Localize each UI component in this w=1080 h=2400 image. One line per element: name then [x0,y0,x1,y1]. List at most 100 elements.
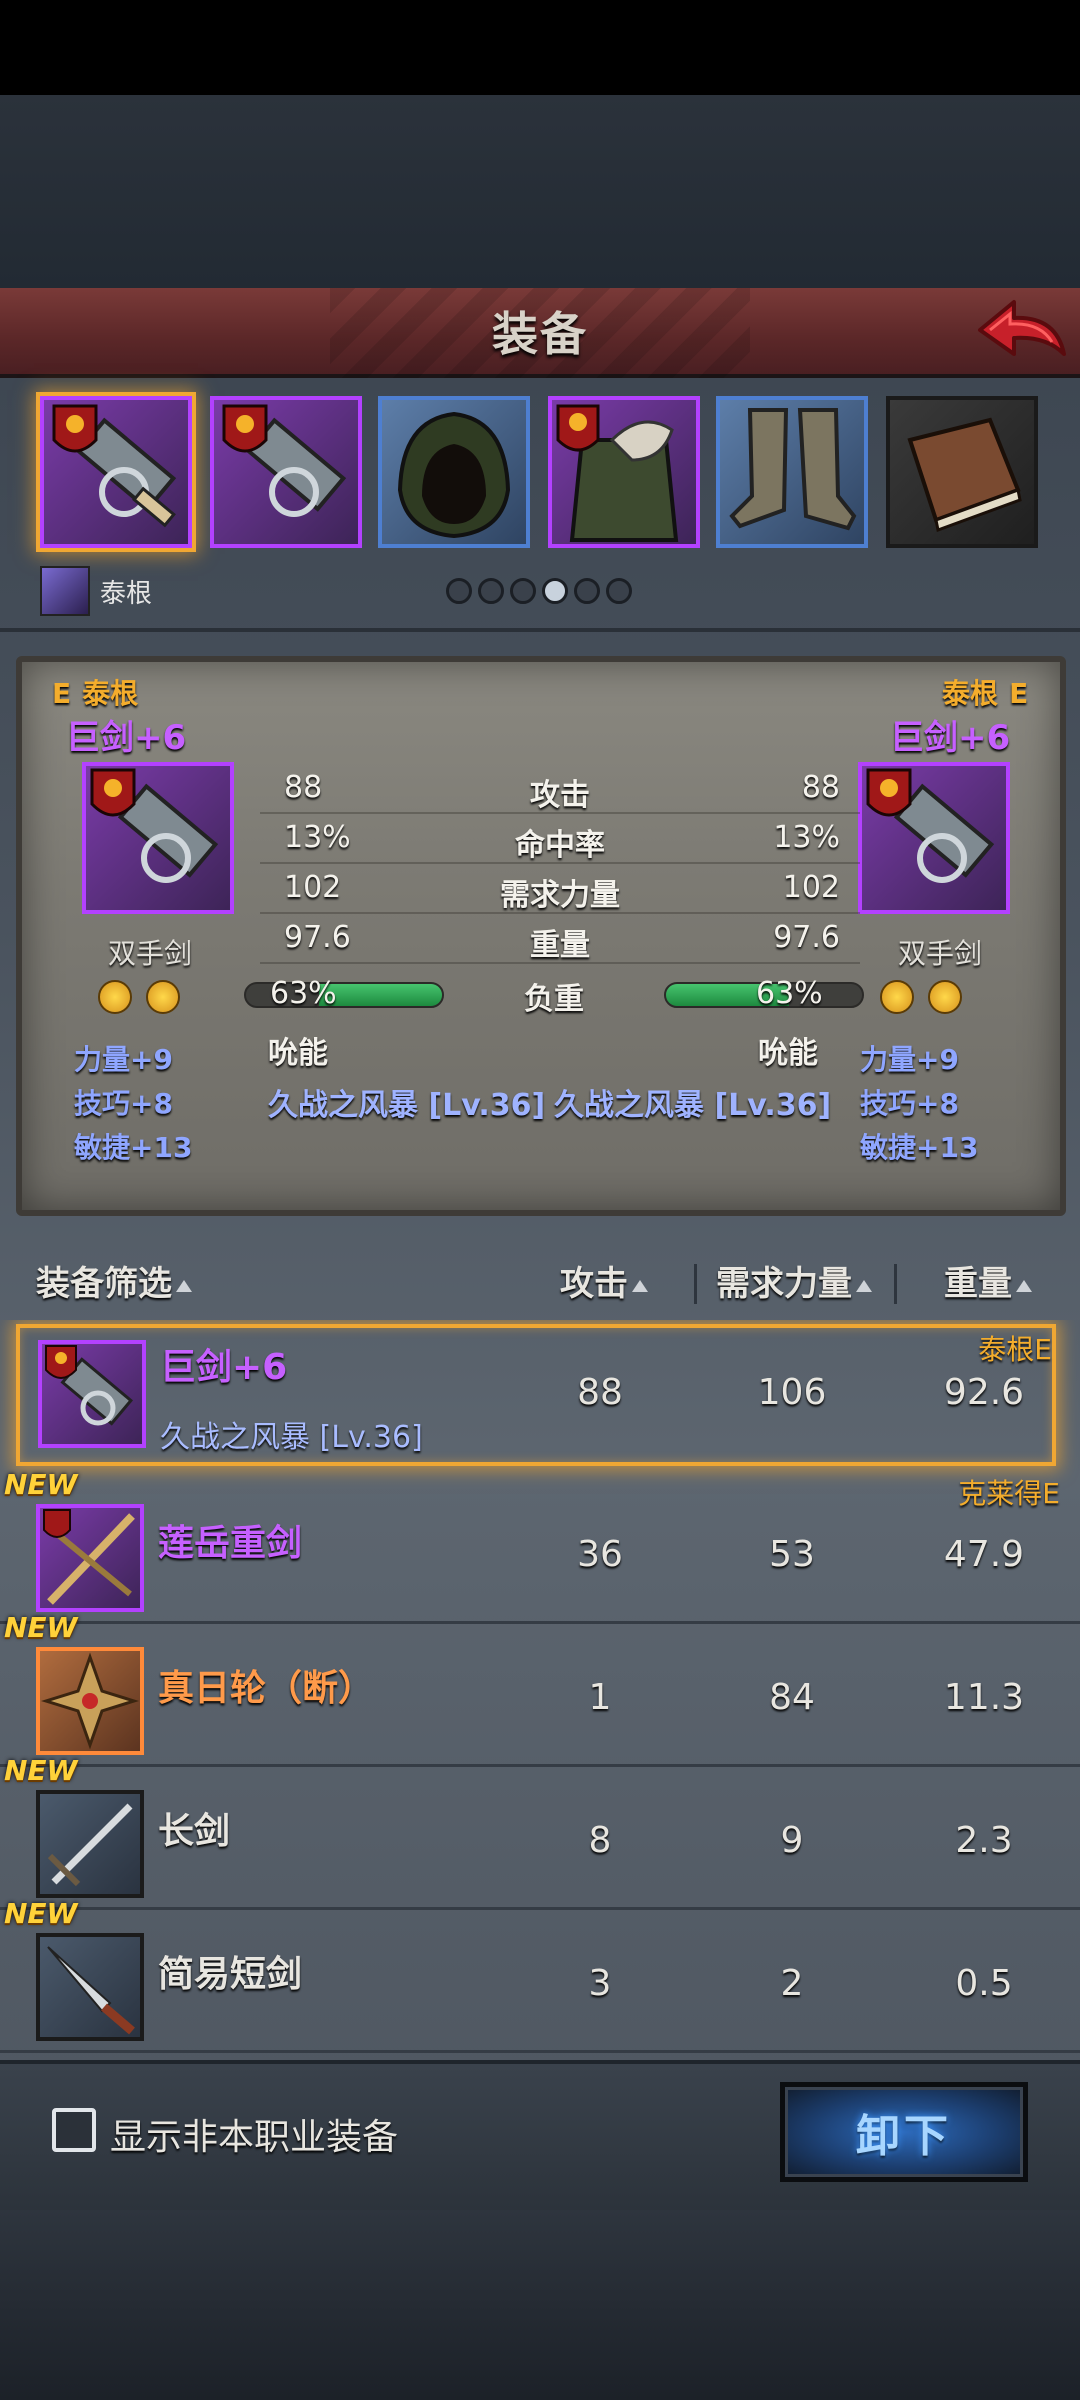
item-effect: 久战之风暴 [Lv.36] [160,1420,423,1455]
attack-header[interactable]: 攻击 [560,1256,648,1305]
equip-slot-body[interactable] [548,396,700,548]
stat-label: 攻击 [530,778,590,813]
stat-row-weight: 97.6 重量 97.6 [260,916,860,964]
left-effect: 久战之风暴 [Lv.36] [268,1088,546,1123]
item-name: 莲岳重剑 [158,1523,303,1564]
strength-req-label: 需求力量 [716,1264,852,1304]
greatsword-icon [222,404,347,517]
item-weight: 47.9 [943,1534,1025,1575]
item-strength-req: 84 [769,1677,815,1718]
list-item[interactable]: NEW 真日轮（断） 1 84 11.3 [0,1611,1080,1767]
item-weight: 0.5 [955,1963,1013,2004]
page-dot-active[interactable] [542,578,568,604]
item-name: 简易短剑 [158,1954,303,1995]
greatsword-icon [866,768,995,883]
greatsword-icon [90,768,219,883]
list-item[interactable]: NEW 莲岳重剑 36 53 47.9 克莱得E [0,1468,1080,1624]
book-icon [907,417,1022,533]
stat-row-load: 63% 负重 63% [244,972,864,1022]
stat-label: 重量 [530,928,590,963]
avatar [40,566,90,616]
character-selector[interactable]: 泰根 [40,564,152,618]
header-background [0,95,1080,290]
item-thumbnail [38,1340,146,1448]
right-effect: 久战之风暴 [Lv.36] [554,1088,832,1123]
item-attack: 88 [577,1372,623,1413]
strength-req-header[interactable]: 需求力量 [716,1256,872,1305]
left-owner: 泰根 [82,677,139,710]
back-button[interactable] [970,292,1070,372]
page-dot[interactable] [606,578,632,604]
list-item[interactable]: 巨剑+6 久战之风暴 [Lv.36] 88 106 92.6 泰根E [16,1324,1056,1466]
item-owner: 克莱得E [958,1477,1060,1510]
stat-left-value: 97.6 [284,920,351,955]
greatsword-icon [45,1345,134,1426]
item-thumbnail [36,1504,144,1612]
list-header: 装备筛选 攻击 需求力量 重量 [0,1236,1080,1326]
item-attack: 8 [588,1820,612,1861]
column-divider [894,1264,897,1304]
item-weight: 2.3 [955,1820,1013,1861]
hood-icon [397,411,511,539]
sun-wheel-icon [40,1652,140,1750]
stat-row-strength-req: 102 需求力量 102 [260,866,860,914]
equip-slot-weapon-off[interactable] [210,396,362,548]
item-thumbnail [36,1933,144,2041]
right-grade: E [1009,677,1029,710]
right-load-percent: 63% [756,976,823,1011]
item-thumbnail [36,1647,144,1755]
equip-slot-head[interactable] [378,396,530,548]
equip-slot-weapon-main[interactable] [40,396,192,548]
weight-header[interactable]: 重量 [944,1256,1032,1305]
show-non-class-label[interactable]: 显示非本职业装备 [110,2108,398,2160]
left-bonus: 力量+9 [74,1043,173,1076]
item-attack: 3 [588,1963,612,2004]
show-non-class-checkbox[interactable] [52,2108,96,2152]
left-load-percent: 63% [270,976,337,1011]
new-badge: NEW [4,1754,78,1787]
right-skill: 吮能 [758,1036,818,1071]
compare-panel: E 泰根 巨剑+6 双手剑 力量+9 技巧+8 敏捷+13 泰根 E 巨剑+6 … [16,656,1066,1216]
unequip-button[interactable]: 卸下 [780,2082,1028,2182]
greatsword-icon [52,404,177,528]
item-strength-req: 9 [780,1820,804,1861]
stat-left-value: 88 [284,770,323,805]
item-thumbnail [36,1790,144,1898]
page-dot[interactable] [574,578,600,604]
item-weight: 92.6 [943,1372,1025,1413]
gem-icon [928,980,962,1014]
item-owner: 泰根E [978,1333,1052,1366]
left-bonus: 技巧+8 [74,1087,173,1120]
item-strength-req: 2 [780,1963,804,2004]
item-strength-req: 106 [757,1372,827,1413]
status-bar-area [0,0,1080,95]
item-strength-req: 53 [769,1534,815,1575]
equip-slot-legs[interactable] [716,396,868,548]
right-weapon-type: 双手剑 [898,937,983,970]
list-item[interactable]: NEW 简易短剑 3 2 0.5 [0,1897,1080,2053]
page-dot[interactable] [510,578,536,604]
right-owner: 泰根 [942,677,999,710]
back-arrow-icon [978,300,1066,356]
sort-arrow-icon [1016,1279,1032,1292]
gem-icon [146,980,180,1014]
stat-right-value: 97.6 [773,920,840,955]
page-dot[interactable] [478,578,504,604]
page-indicator [446,578,632,604]
title-banner: 装备 [0,288,1080,378]
equip-slot-accessory[interactable] [886,396,1038,548]
list-item[interactable]: NEW 长剑 8 9 2.3 [0,1754,1080,1910]
left-owner-tag: E 泰根 [52,672,138,712]
right-bonus: 力量+9 [860,1043,959,1076]
right-gems [880,980,962,1014]
right-bonus: 技巧+8 [860,1087,959,1120]
unequip-label: 卸下 [856,2111,952,2162]
gem-icon [98,980,132,1014]
item-weight: 11.3 [943,1677,1025,1718]
item-name: 巨剑+6 [160,1347,288,1388]
left-skill: 吮能 [268,1036,328,1071]
filter-header[interactable]: 装备筛选 [36,1256,192,1305]
page-dot[interactable] [446,578,472,604]
equipment-list[interactable]: 巨剑+6 久战之风暴 [Lv.36] 88 106 92.6 泰根E NEW 莲… [0,1320,1080,2055]
stat-right-value: 88 [801,770,840,805]
